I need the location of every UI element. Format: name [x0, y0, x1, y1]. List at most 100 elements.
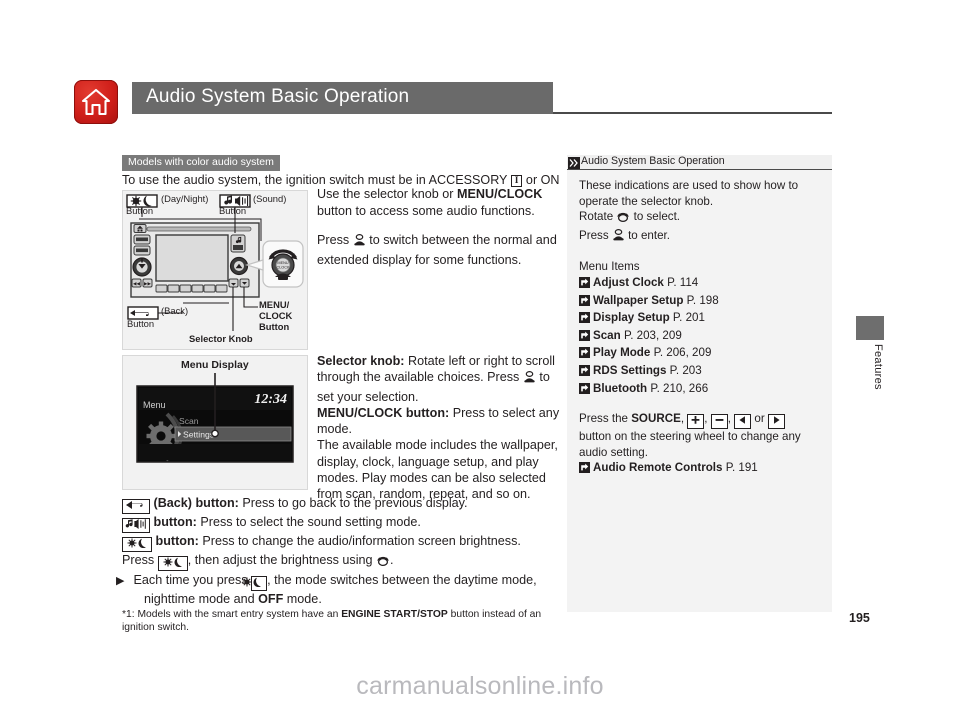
- button-descriptions: (Back) button: Press to go back to the p…: [116, 495, 562, 607]
- press-knob-icon-3: [612, 228, 625, 247]
- menu-item-row[interactable]: RDS Settings P. 203: [579, 363, 820, 381]
- menu-item-row[interactable]: Wallpaper Setup P. 198: [579, 293, 820, 311]
- menu-item-page: P. 198: [686, 293, 719, 307]
- svg-text:◀◀: ◀◀: [133, 281, 141, 286]
- page-number: 195: [849, 611, 870, 625]
- info-press-b: to enter.: [624, 228, 670, 242]
- brightness-button-text: Press to change the audio/information sc…: [198, 534, 521, 548]
- daynight-button-label: (Day/Night): [161, 193, 209, 204]
- day-night-icon-2: [157, 556, 188, 571]
- p2-a: Press: [317, 233, 353, 247]
- jump-arrow-icon: [579, 329, 590, 346]
- menu-items-heading: Menu Items: [579, 260, 640, 274]
- sound-button-term: button:: [153, 515, 197, 529]
- press-knob-icon-2: [523, 371, 536, 388]
- footnote-a: *1: Models with the smart entry system h…: [122, 609, 342, 620]
- menu-display-diagram: 12:34 Menu Scan Settings: [136, 373, 294, 463]
- jump-arrow-icon: [579, 294, 590, 311]
- row-back-button: (Back) button: Press to go back to the p…: [122, 495, 562, 514]
- page-header: Audio System Basic Operation: [0, 0, 960, 140]
- mid-text-top: Use the selector knob or MENU/CLOCK butt…: [317, 186, 567, 281]
- menu-item-label: RDS Settings: [593, 363, 667, 377]
- info-steering: Press the SOURCE, , , or button on the s…: [579, 411, 820, 460]
- row-brightness-button: button: Press to change the audio/inform…: [122, 533, 562, 552]
- menu-display-clock: 12:34: [254, 392, 287, 407]
- rotate-knob-icon: [376, 555, 390, 572]
- paragraph-use-selector: Use the selector knob or MENU/CLOCK butt…: [317, 186, 567, 219]
- day-night-icon-3: [242, 575, 268, 591]
- menu-item-label: Display Setup: [593, 311, 670, 325]
- head-unit-illustration: ◀◀ ▶▶ MENU CLOCK (Day/Night) Button (Sou…: [122, 190, 308, 350]
- sound-button-label: (Sound): [253, 193, 287, 204]
- rotate-knob-icon-2: [616, 211, 630, 228]
- footnote-bold: ENGINE START/STOP: [341, 609, 448, 620]
- info-press: Press to enter.: [579, 228, 820, 247]
- sound-button-sub: Button: [219, 205, 247, 216]
- bullet-a: Each time you press: [133, 572, 252, 587]
- jump-arrow-icon: [579, 312, 590, 328]
- menu-clock-label-l3: Button: [259, 321, 290, 332]
- press-knob-icon: [353, 233, 366, 252]
- paragraph-selector-knob: Selector knob: Rotate left or right to s…: [317, 353, 567, 405]
- press-c: .: [390, 553, 394, 567]
- jump-arrow-icon: [579, 382, 590, 399]
- menu-item-page: P. 114: [667, 275, 699, 289]
- menu-item-row[interactable]: Bluetooth P. 210, 266: [579, 381, 820, 399]
- p1-b-menu-clock: MENU/CLOCK: [457, 187, 543, 201]
- menu-item-page: P. 203, 209: [623, 328, 682, 342]
- menu-item-label: Scan: [593, 328, 621, 342]
- back-icon: [122, 499, 150, 514]
- back-button-label: (Back): [161, 305, 189, 316]
- menu-item-label: Wallpaper Setup: [593, 293, 684, 307]
- paragraph-press-switch: Press to switch between the normal and e…: [317, 232, 567, 268]
- menu-display-caption: Menu Display: [181, 359, 249, 371]
- page-title-bar: Audio System Basic Operation: [132, 82, 553, 114]
- steering-a: Press the: [579, 412, 632, 426]
- menu-item-row[interactable]: Play Mode P. 206, 209: [579, 345, 820, 363]
- menu-item-page: P. 201: [672, 311, 705, 325]
- info-intro: These indications are used to show how t…: [579, 179, 799, 208]
- menu-item-page: P. 206, 209: [653, 346, 712, 360]
- lead-text-mid: or ON: [522, 173, 560, 187]
- source-term: SOURCE: [631, 412, 681, 426]
- menu-clock-label-l1: MENU/: [259, 299, 290, 310]
- info-panel-title: Audio System Basic Operation: [581, 155, 725, 167]
- info-panel-header: Audio System Basic Operation: [567, 155, 832, 170]
- home-icon[interactable]: [74, 80, 118, 124]
- menu-item-label: Adjust Clock: [593, 275, 664, 289]
- menu-item-row[interactable]: Scan P. 203, 209: [579, 328, 820, 346]
- steering-e: button on the steering wheel to change a…: [579, 430, 801, 459]
- rotate-a: Rotate: [579, 210, 617, 224]
- steering-d: or: [751, 412, 768, 426]
- paragraph-menu-clock: MENU/CLOCK button: Press to select any m…: [317, 405, 567, 438]
- sound-icon: [122, 518, 150, 533]
- jump-arrow-icon: [579, 347, 590, 363]
- menu-clock-label-l2: CLOCK: [259, 310, 293, 321]
- daynight-button-sub: Button: [126, 205, 154, 216]
- row-bullet-modes: ▶ Each time you press , the mode switche…: [116, 572, 537, 606]
- footnote: *1: Models with the smart entry system h…: [122, 609, 572, 634]
- jump-arrow-icon: [579, 276, 590, 293]
- row-sound-button: button: Press to select the sound settin…: [122, 514, 562, 533]
- jump-arrow-icon: [579, 364, 590, 381]
- press-a: Press: [122, 553, 158, 567]
- menu-item-scan: Scan: [179, 416, 199, 426]
- menu-display-illustration: 12:34 Menu Scan Settings Menu Display: [122, 355, 308, 490]
- jump-arrow-icon: [579, 462, 590, 478]
- bullet-off: OFF: [258, 591, 284, 606]
- menu-display-title: Menu: [143, 400, 166, 410]
- sound-button-text: Press to select the sound setting mode.: [196, 515, 421, 529]
- section-tab-marker: [856, 316, 884, 340]
- left-arrow-icon: [734, 414, 752, 430]
- remote-controls-label: Audio Remote Controls: [593, 461, 723, 475]
- remote-controls-row[interactable]: Audio Remote Controls P. 191: [579, 460, 820, 478]
- remote-controls-page: P. 191: [725, 461, 758, 475]
- selector-knob-term: Selector knob:: [317, 354, 405, 368]
- minus-icon: [710, 414, 728, 430]
- p1-c: button to access some audio functions.: [317, 203, 535, 218]
- day-night-icon: [122, 537, 152, 552]
- menu-item-row[interactable]: Display Setup P. 201: [579, 310, 820, 328]
- menu-item-row[interactable]: Adjust Clock P. 114: [579, 275, 820, 293]
- menu-item-settings: Settings: [183, 430, 214, 440]
